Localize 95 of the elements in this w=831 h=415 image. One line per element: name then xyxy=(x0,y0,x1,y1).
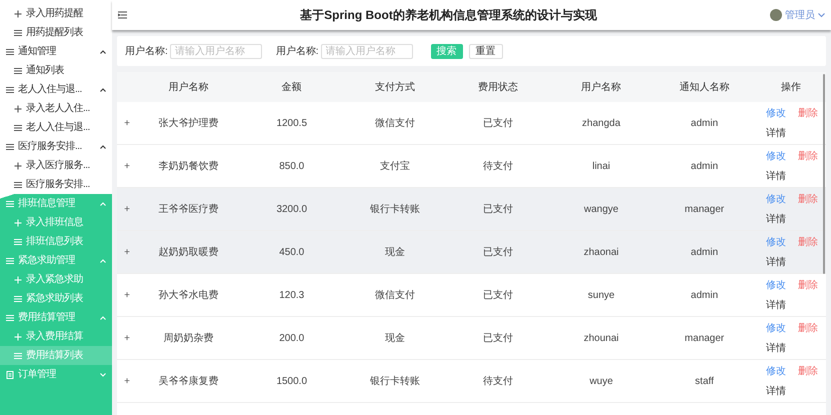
table-cell-text: 3200.0 xyxy=(275,202,308,216)
table-cell-text: 微信支付 xyxy=(374,116,416,130)
table-cell-text: 1200.5 xyxy=(275,116,308,130)
table-cell-text: admin xyxy=(690,160,720,174)
scrollbar[interactable] xyxy=(823,74,825,274)
table-row[interactable]: + 赵奶奶取暖费 450.0 现金 已支付 zhaonai admin 修改 删除 详情 xyxy=(117,231,826,274)
table-cell-text: admin xyxy=(690,116,720,130)
table-cell-text: 待支付 xyxy=(482,374,514,388)
column-header: 费用状态 xyxy=(477,80,520,94)
list-icon xyxy=(6,314,14,322)
list-icon xyxy=(14,238,22,246)
list-icon xyxy=(14,124,22,132)
table-cell-text: 银行卡转账 xyxy=(368,374,421,388)
avatar[interactable] xyxy=(770,9,782,21)
table-cell-text: zhangda xyxy=(581,116,622,130)
table-cell-text: 周奶奶杂费 xyxy=(162,332,215,346)
table-cell-text: admin xyxy=(690,288,720,302)
table-cell-text: 120.3 xyxy=(278,288,306,302)
table-cell-text: sunye xyxy=(586,288,616,302)
plus-icon xyxy=(14,218,22,226)
table-cell-text: 支付宝 xyxy=(378,160,411,174)
table-cell-text: 王爷爷医疗费 xyxy=(158,202,220,216)
table-cell-text: 孙大爷水电费 xyxy=(158,288,220,302)
details-link[interactable]: 详情 xyxy=(766,126,786,140)
table-cell-text: 已支付 xyxy=(482,246,514,260)
table-cell-text: 200.0 xyxy=(278,332,306,346)
list-icon xyxy=(6,142,14,150)
document-icon xyxy=(6,370,14,378)
table-cell-text: zhaonai xyxy=(582,246,620,260)
plus-icon xyxy=(14,104,22,112)
column-header: 金额 xyxy=(280,80,303,94)
table-cell-text: manager xyxy=(684,202,726,216)
table-cell-text: 已支付 xyxy=(482,288,514,302)
column-header: 操作 xyxy=(780,80,802,94)
page-title: 基于Spring Boot的养老机构信息管理系统的设计与实现 xyxy=(299,7,598,24)
table-cell-text: 李奶奶餐饮费 xyxy=(158,160,220,174)
input-field[interactable]: 请输入用户名称 xyxy=(320,44,413,58)
list-icon xyxy=(6,200,14,208)
expand-button[interactable]: + xyxy=(124,116,130,130)
table-cell-text: 现金 xyxy=(384,332,406,346)
table-cell-text: 已支付 xyxy=(482,202,514,216)
table-cell-text: 吴爷爷康复费 xyxy=(158,374,220,388)
table-cell-text: 现金 xyxy=(384,246,406,260)
expand-button[interactable]: + xyxy=(124,244,130,260)
details-link[interactable]: 详情 xyxy=(766,212,786,226)
list-icon xyxy=(14,28,22,36)
list-icon xyxy=(14,66,22,74)
column-header: 通知人名称 xyxy=(678,80,730,94)
table-cell-text: 微信支付 xyxy=(374,288,416,302)
chevron-down-icon[interactable] xyxy=(818,12,825,18)
list-icon xyxy=(6,48,14,56)
expand-button[interactable]: + xyxy=(124,374,130,388)
input-field[interactable]: 请输入用户名称 xyxy=(170,44,262,58)
table-row[interactable]: + 王爷爷医疗费 3200.0 银行卡转账 已支付 wangye manager 修改 删除 详情 xyxy=(117,188,826,231)
field-label: 用户名称: xyxy=(125,44,168,58)
column-header: 支付方式 xyxy=(374,80,416,94)
details-link[interactable]: 详情 xyxy=(766,384,786,398)
details-link[interactable]: 详情 xyxy=(766,298,786,312)
reset-button[interactable]: 重置 xyxy=(468,44,503,58)
table-cell-text: staff xyxy=(694,374,715,388)
table-cell-text: 赵奶奶取暖费 xyxy=(158,246,220,260)
list-icon xyxy=(6,86,14,94)
plus-icon xyxy=(14,332,22,340)
plus-icon xyxy=(14,162,22,170)
table-cell-text: wangye xyxy=(583,202,620,216)
table-cell-text: 450.0 xyxy=(278,246,306,260)
list-icon xyxy=(14,294,22,302)
table-cell-text: 张大爷护理费 xyxy=(158,116,220,130)
table-cell-text: 1500.0 xyxy=(275,374,308,388)
table-cell-text: manager xyxy=(684,332,726,346)
column-header: 用户名称 xyxy=(580,80,622,94)
expand-button[interactable]: + xyxy=(124,158,130,174)
table-cell-text: 已支付 xyxy=(482,116,514,130)
list-icon xyxy=(6,256,14,264)
table-cell-text: linai xyxy=(591,160,612,174)
plus-icon xyxy=(14,276,22,284)
plus-icon xyxy=(14,10,22,18)
details-link[interactable]: 详情 xyxy=(766,340,786,356)
table-cell-text: wuye xyxy=(588,374,614,388)
expand-button[interactable]: + xyxy=(124,288,130,302)
menu-icon[interactable] xyxy=(118,11,127,19)
table-cell-text: zhounai xyxy=(582,332,620,346)
expand-button[interactable]: + xyxy=(124,330,130,346)
field-label: 用户名称: xyxy=(276,44,319,58)
column-header: 用户名称 xyxy=(168,80,210,94)
details-link[interactable]: 详情 xyxy=(766,168,786,184)
table-cell-text: admin xyxy=(690,246,720,260)
details-link[interactable]: 详情 xyxy=(766,254,786,270)
table-cell-text: 已支付 xyxy=(482,332,514,346)
table-cell-text: 850.0 xyxy=(278,160,306,174)
table-cell-text: 待支付 xyxy=(482,160,514,174)
list-icon xyxy=(14,352,22,360)
table-cell-text: 银行卡转账 xyxy=(368,202,421,216)
list-icon xyxy=(14,180,22,188)
expand-button[interactable]: + xyxy=(124,202,130,216)
